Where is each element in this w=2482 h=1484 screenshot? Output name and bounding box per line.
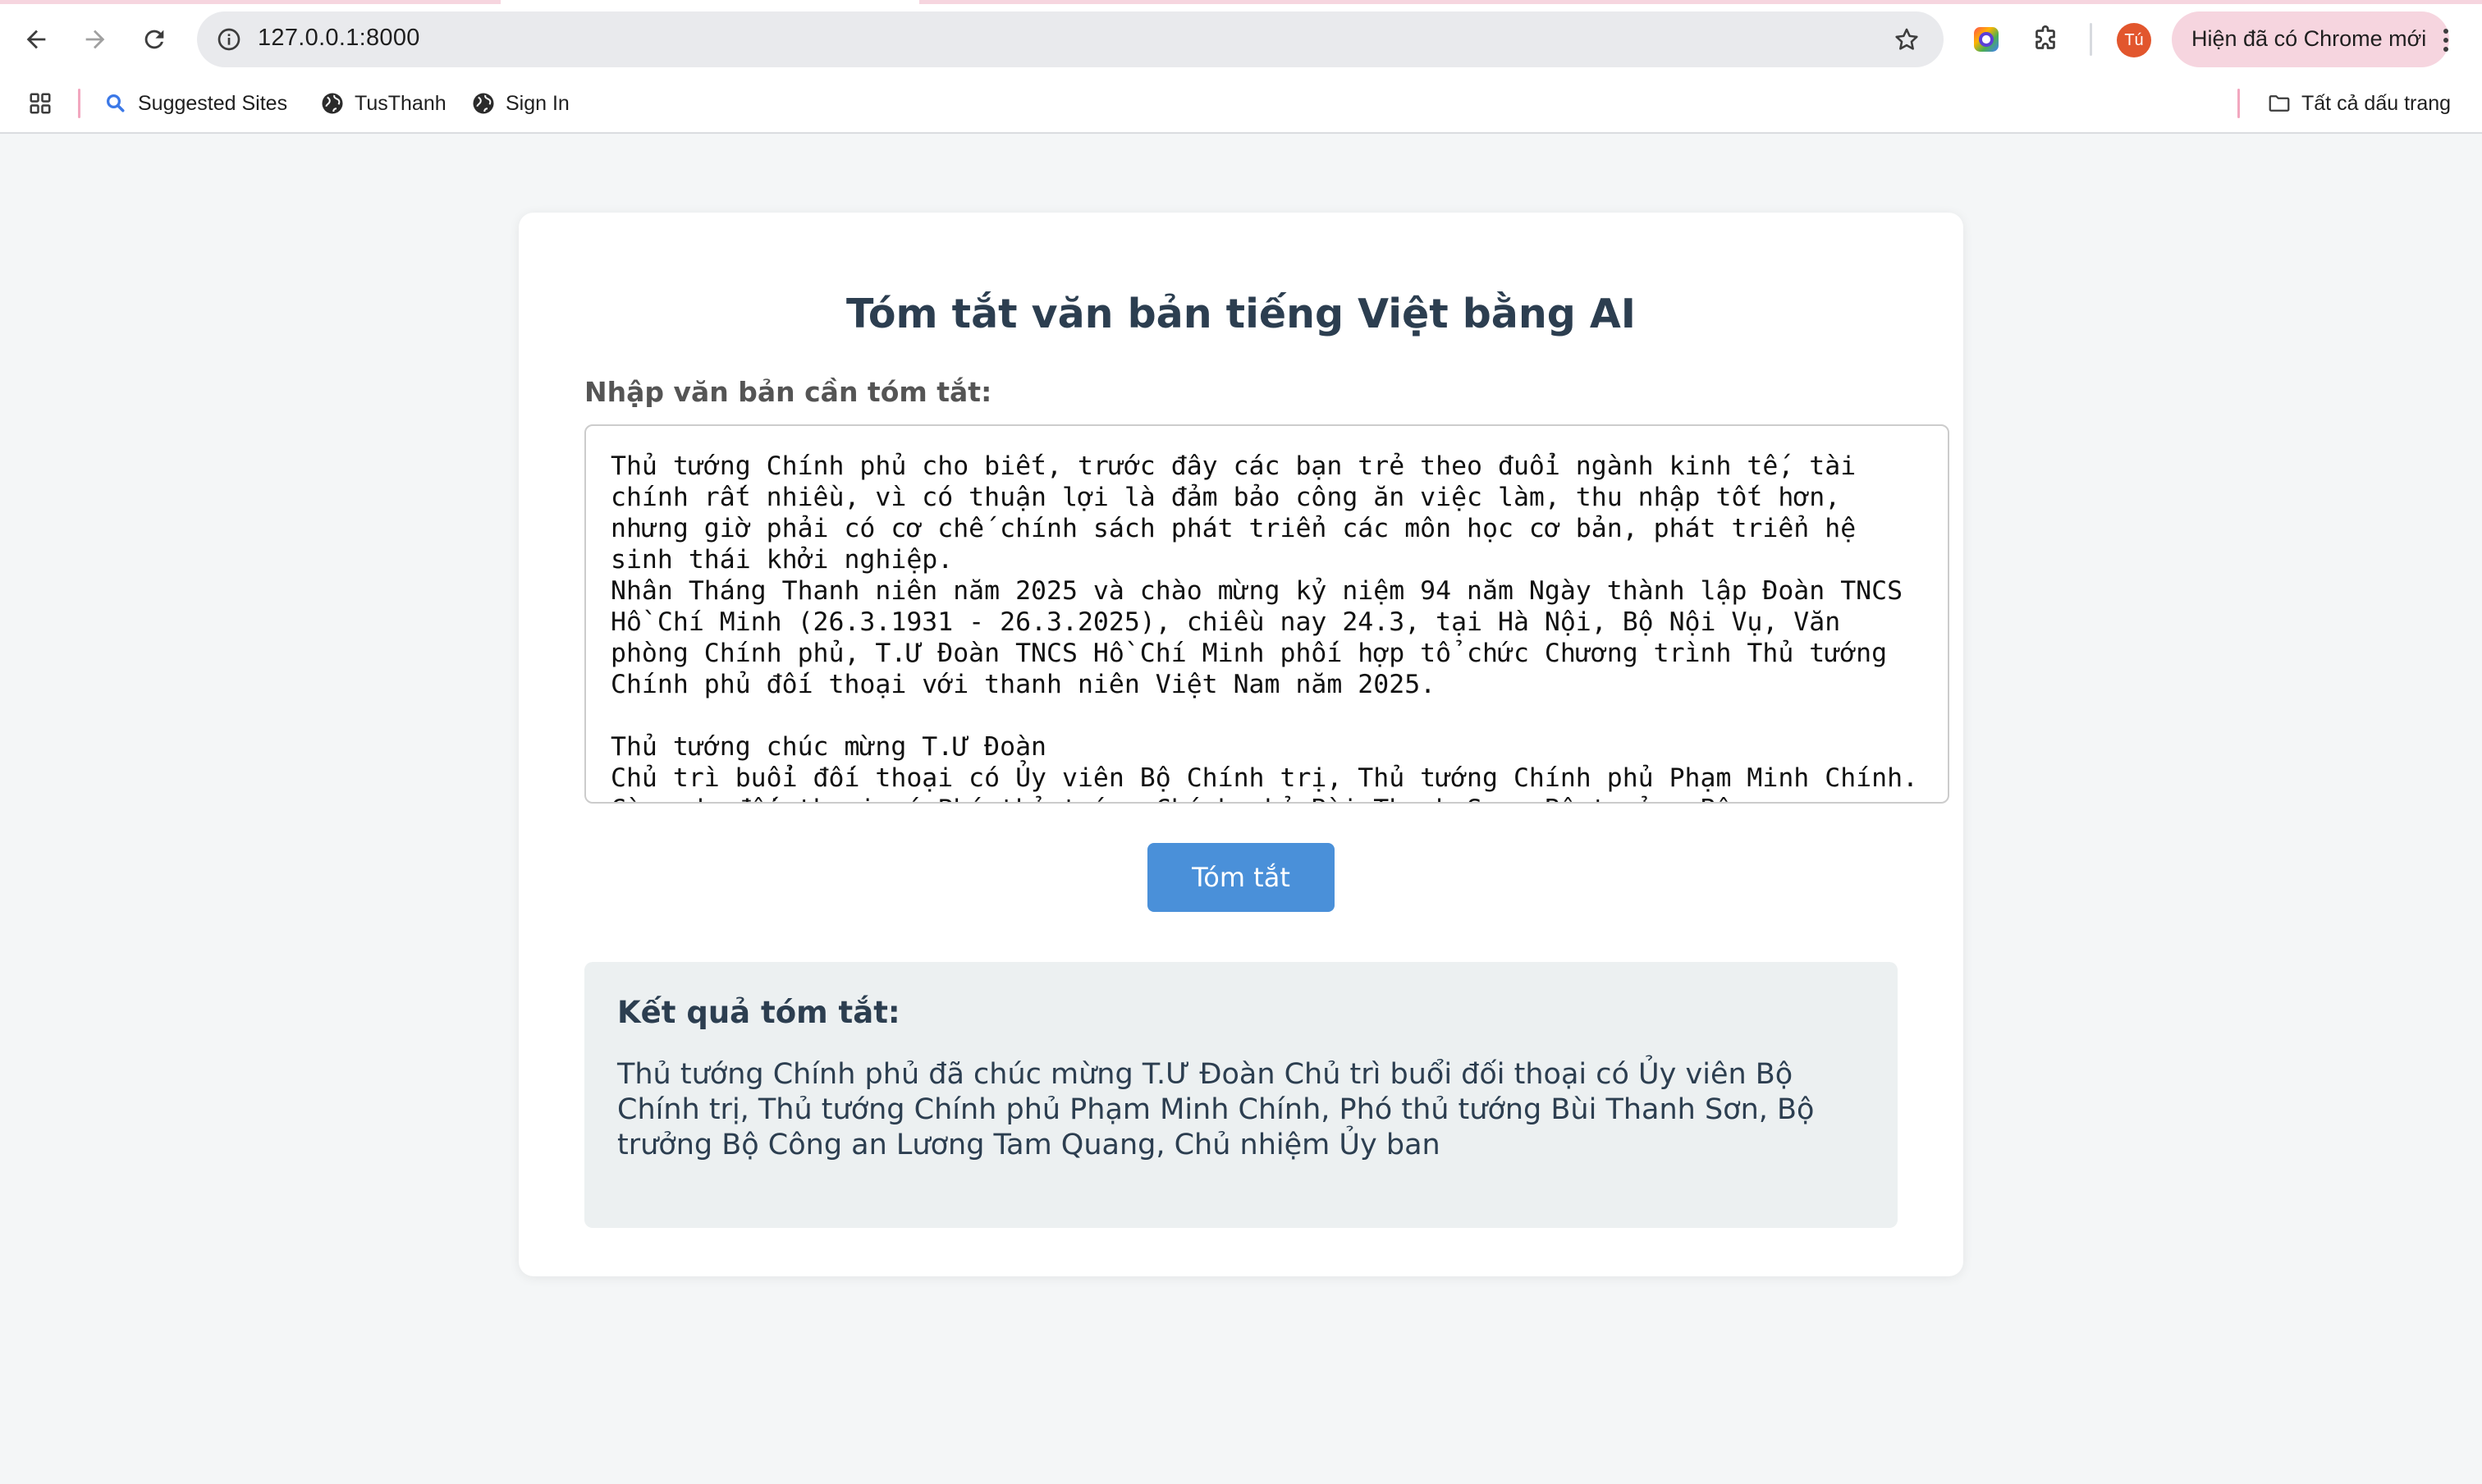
site-info-icon[interactable]: [212, 22, 246, 57]
text-input[interactable]: Thủ tướng Chính phủ cho biết, trước đây …: [584, 424, 1949, 804]
forward-button[interactable]: [72, 16, 118, 62]
chrome-update-label: Hiện đã có Chrome mới: [2191, 26, 2427, 51]
globe-icon: [473, 93, 494, 114]
bookmark-sign-in[interactable]: Sign In: [471, 87, 570, 120]
toolbar-separator: [2090, 23, 2092, 56]
address-bar[interactable]: 127.0.0.1:8000: [197, 11, 1944, 67]
bookmark-tusthanh[interactable]: TusThanh: [320, 87, 446, 120]
all-bookmarks-label: Tất cả dấu trang: [2301, 91, 2452, 115]
color-extension-icon[interactable]: [1967, 20, 2006, 59]
reload-button[interactable]: [131, 16, 177, 62]
bookmark-separator: [2237, 89, 2240, 118]
bookmark-label: TusThanh: [355, 91, 446, 115]
browser-chrome: 127.0.0.1:8000 Tú Hiện đã có Chrome mới …: [0, 0, 2482, 134]
search-icon: [107, 94, 125, 112]
summarize-button[interactable]: Tóm tắt: [1147, 843, 1335, 912]
result-box: Kết quả tóm tắt: Thủ tướng Chính phủ đã …: [584, 962, 1898, 1228]
result-text: Thủ tướng Chính phủ đã chúc mừng T.Ư Đoà…: [617, 1058, 1815, 1161]
page-title: Tóm tắt văn bản tiếng Việt bằng AI: [845, 291, 1637, 337]
summarizer-card: Tóm tắt văn bản tiếng Việt bằng AI Nhập …: [519, 213, 1963, 1276]
extensions-puzzle-icon[interactable]: [2026, 20, 2065, 59]
folder-icon: [2269, 95, 2290, 112]
bookmark-separator: [78, 89, 80, 118]
result-heading: Kết quả tóm tắt:: [617, 995, 900, 1030]
bookmark-label: Sign In: [506, 91, 570, 115]
tab-strip-accent: [0, 0, 2482, 4]
reload-icon: [144, 30, 164, 49]
chrome-update-button[interactable]: Hiện đã có Chrome mới: [2172, 11, 2449, 67]
url-text[interactable]: 127.0.0.1:8000: [258, 25, 420, 52]
bookmark-label: Suggested Sites: [138, 91, 288, 115]
chrome-menu-icon[interactable]: [2429, 23, 2462, 57]
bookmark-suggested-sites[interactable]: Suggested Sites: [103, 87, 287, 120]
globe-icon: [322, 93, 343, 114]
arrow-left-icon: [26, 30, 46, 49]
arrow-right-icon: [85, 30, 105, 49]
all-bookmarks-button[interactable]: Tất cả dấu trang: [2267, 87, 2451, 120]
profile-avatar[interactable]: Tú: [2117, 23, 2151, 57]
apps-grid-icon[interactable]: [28, 87, 59, 120]
bookmark-star-icon[interactable]: [1889, 22, 1924, 57]
back-button[interactable]: [13, 16, 59, 62]
input-label: Nhập văn bản cần tóm tắt:: [584, 376, 992, 408]
